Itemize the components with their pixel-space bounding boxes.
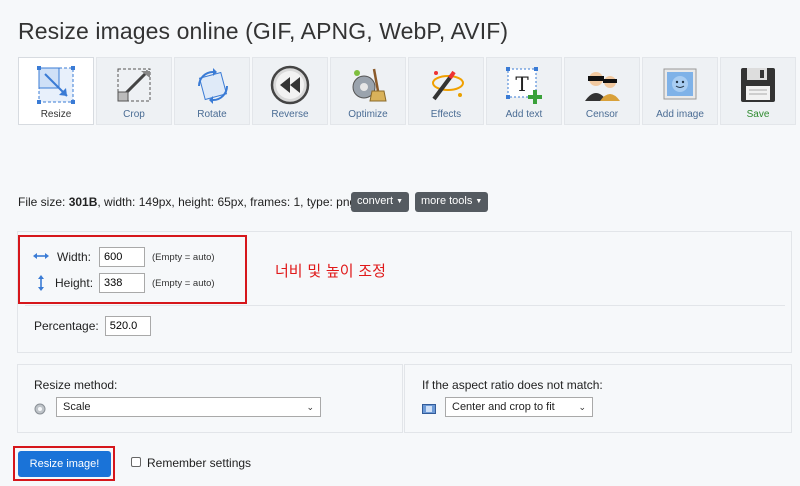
convert-dropdown-button[interactable]: convert ▼ — [351, 192, 410, 212]
tool-rotate[interactable]: Rotate — [174, 57, 250, 125]
file-info: File size: 301B, width: 149px, height: 6… — [18, 195, 356, 209]
tool-label: Reverse — [271, 109, 309, 120]
file-details: , width: 149px, height: 65px, frames: 1,… — [97, 195, 357, 209]
height-row: Height: (Empty = auto) — [33, 273, 215, 293]
tool-label: Censor — [585, 109, 619, 120]
resize-method-select[interactable]: Scale ⌄ — [56, 397, 321, 417]
tool-reverse[interactable]: Reverse — [252, 57, 328, 125]
crop-fit-icon — [422, 402, 436, 420]
reverse-icon — [270, 65, 310, 105]
width-label: Width: — [57, 250, 92, 264]
file-size-prefix: File size: — [18, 195, 66, 209]
tool-label: Resize — [40, 109, 72, 120]
tool-label: Crop — [123, 109, 145, 120]
tool-label: Effects — [430, 109, 462, 120]
censor-icon — [582, 65, 622, 105]
aspect-ratio-label: If the aspect ratio does not match: — [422, 378, 603, 392]
tool-add-text[interactable]: T Add text — [486, 57, 562, 125]
width-arrow-icon — [33, 250, 49, 264]
height-input[interactable] — [99, 273, 145, 293]
aspect-ratio-value: Center and crop to fit — [452, 401, 555, 413]
gear-icon — [34, 402, 46, 420]
rotate-icon — [192, 65, 232, 105]
tool-label: Add image — [656, 109, 704, 120]
page-title: Resize images online (GIF, APNG, WebP, A… — [18, 18, 509, 44]
caret-down-icon: ▼ — [475, 197, 483, 205]
tool-optimize[interactable]: Optimize — [330, 57, 406, 125]
resize-image-button[interactable]: Resize image! — [18, 451, 111, 477]
tool-resize[interactable]: Resize — [18, 57, 94, 125]
resize-icon — [36, 65, 76, 105]
percentage-input[interactable] — [104, 316, 151, 336]
more-tools-dropdown-button[interactable]: more tools ▼ — [415, 192, 489, 212]
width-row: Width: (Empty = auto) — [33, 247, 215, 267]
tool-label: Rotate — [197, 109, 227, 120]
width-input[interactable] — [99, 247, 145, 267]
annotation-text: 너비 및 높이 조정 — [275, 262, 386, 280]
tool-censor[interactable]: Censor — [564, 57, 640, 125]
aspect-ratio-select[interactable]: Center and crop to fit ⌄ — [445, 397, 593, 417]
file-size-value: 301B — [68, 195, 98, 209]
effects-icon — [426, 65, 466, 105]
tool-effects[interactable]: Effects — [408, 57, 484, 125]
remember-settings-label[interactable]: Remember settings — [147, 456, 251, 470]
caret-down-icon: ▼ — [396, 197, 404, 205]
tool-toolbar: Resize Crop Rotate Reverse Optimize Effe… — [18, 57, 798, 125]
height-hint: (Empty = auto) — [152, 277, 215, 289]
remember-settings-checkbox[interactable] — [131, 457, 141, 467]
add-image-icon — [660, 65, 700, 105]
svg-text:T: T — [515, 72, 529, 96]
tool-crop[interactable]: Crop — [96, 57, 172, 125]
tool-label: Add text — [505, 109, 543, 120]
chevron-down-icon: ⌄ — [306, 401, 314, 412]
width-hint: (Empty = auto) — [152, 251, 215, 263]
tool-add-image[interactable]: Add image — [642, 57, 718, 125]
resize-method-value: Scale — [63, 401, 91, 413]
annotation-highlight-box — [18, 235, 247, 304]
tool-label: Save — [746, 109, 770, 120]
panel-divider — [25, 305, 785, 306]
percentage-row: Percentage: — [34, 316, 151, 336]
height-label: Height: — [55, 276, 94, 290]
resize-method-label: Resize method: — [34, 378, 118, 392]
tool-save[interactable]: Save — [720, 57, 796, 125]
add-text-icon: T — [504, 65, 544, 105]
tool-label: Optimize — [348, 109, 388, 120]
optimize-icon — [348, 65, 388, 105]
more-tools-label: more tools — [421, 195, 473, 207]
chevron-down-icon: ⌄ — [578, 401, 586, 412]
percentage-label: Percentage: — [34, 319, 99, 333]
height-arrow-icon — [33, 275, 49, 291]
crop-icon — [114, 65, 154, 105]
convert-label: convert — [357, 195, 394, 207]
save-icon — [738, 65, 778, 105]
